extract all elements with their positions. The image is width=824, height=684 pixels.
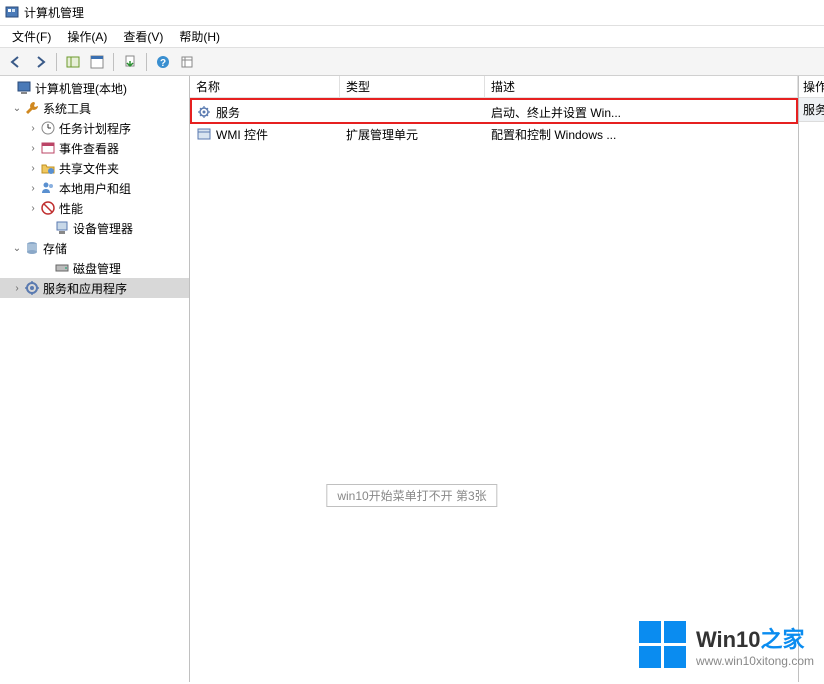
window-title: 计算机管理 — [24, 4, 84, 21]
separator — [146, 53, 147, 71]
tree-system-tools[interactable]: ⌄ 系统工具 — [0, 98, 189, 118]
brand-accent: 之家 — [761, 627, 805, 652]
separator — [56, 53, 57, 71]
storage-icon — [24, 240, 40, 256]
tree-label: 服务和应用程序 — [43, 280, 127, 297]
expander-open-icon[interactable]: ⌄ — [10, 243, 24, 254]
clock-icon — [40, 120, 56, 136]
tree-label: 系统工具 — [43, 100, 91, 117]
shared-folder-icon — [40, 160, 56, 176]
col-header-desc[interactable]: 描述 — [485, 76, 798, 97]
content-area: 计算机管理(本地) ⌄ 系统工具 › 任务计划程序 › 事件查看器 › 共享文件… — [0, 76, 824, 682]
menubar: 文件(F) 操作(A) 查看(V) 帮助(H) — [0, 26, 824, 48]
col-header-name[interactable]: 名称 — [190, 76, 340, 97]
action-pane-header: 操作 — [799, 76, 824, 98]
tree-label: 本地用户和组 — [59, 180, 131, 197]
back-button[interactable] — [6, 52, 26, 72]
brand-url: www.win10xitong.com — [696, 654, 814, 668]
list-pane: 名称 类型 描述 服务 启动、终止并设置 Win... WMI 控件 扩展管理单… — [190, 76, 799, 682]
show-hide-console-button[interactable] — [63, 52, 83, 72]
tree-local-users[interactable]: › 本地用户和组 — [0, 178, 189, 198]
action-pane-item[interactable]: 服务 — [799, 98, 824, 122]
tree-label: 任务计划程序 — [59, 120, 131, 137]
branding-logo: Win10之家 www.win10xitong.com — [639, 621, 814, 668]
cell-type: 扩展管理单元 — [340, 126, 485, 143]
menu-help[interactable]: 帮助(H) — [171, 27, 228, 46]
menu-action[interactable]: 操作(A) — [59, 27, 115, 46]
cell-desc: 配置和控制 Windows ... — [485, 126, 798, 143]
tree-services-apps[interactable]: › 服务和应用程序 — [0, 278, 189, 298]
forward-button[interactable] — [30, 52, 50, 72]
tree-label: 计算机管理(本地) — [35, 80, 127, 97]
expander-closed-icon[interactable]: › — [26, 143, 40, 154]
svg-text:?: ? — [160, 58, 166, 69]
tree-pane: 计算机管理(本地) ⌄ 系统工具 › 任务计划程序 › 事件查看器 › 共享文件… — [0, 76, 190, 682]
watermark-overlay: win10开始菜单打不开 第3张 — [326, 484, 497, 507]
tree-device-manager[interactable]: 设备管理器 — [0, 218, 189, 238]
device-icon — [54, 220, 70, 236]
tree-shared-folders[interactable]: › 共享文件夹 — [0, 158, 189, 178]
app-icon — [4, 5, 20, 21]
branding-text: Win10之家 www.win10xitong.com — [696, 622, 814, 668]
brand-main: Win10 — [696, 627, 761, 652]
services-icon — [24, 280, 40, 296]
action-pane: 操作 服务 — [799, 76, 824, 682]
expander-closed-icon[interactable]: › — [26, 163, 40, 174]
tree-label: 磁盘管理 — [73, 260, 121, 277]
computer-icon — [16, 80, 32, 96]
tree-performance[interactable]: › 性能 — [0, 198, 189, 218]
titlebar: 计算机管理 — [0, 0, 824, 26]
gear-icon — [196, 104, 212, 120]
expander-closed-icon[interactable]: › — [10, 283, 24, 294]
tree-label: 事件查看器 — [59, 140, 119, 157]
wrench-icon — [24, 100, 40, 116]
tree-storage[interactable]: ⌄ 存储 — [0, 238, 189, 258]
tree-event-viewer[interactable]: › 事件查看器 — [0, 138, 189, 158]
windows-logo-icon — [639, 621, 686, 668]
tree-task-scheduler[interactable]: › 任务计划程序 — [0, 118, 189, 138]
cell-name: 服务 — [216, 104, 240, 121]
toolbar: ? — [0, 48, 824, 76]
event-icon — [40, 140, 56, 156]
expander-open-icon[interactable]: ⌄ — [10, 103, 24, 114]
refresh-button[interactable] — [177, 52, 197, 72]
tree-label: 性能 — [59, 200, 83, 217]
help-button[interactable]: ? — [153, 52, 173, 72]
menu-view[interactable]: 查看(V) — [115, 27, 171, 46]
tree-disk-management[interactable]: 磁盘管理 — [0, 258, 189, 278]
list-row-wmi[interactable]: WMI 控件 扩展管理单元 配置和控制 Windows ... — [190, 123, 798, 145]
list-header: 名称 类型 描述 — [190, 76, 798, 98]
performance-icon — [40, 200, 56, 216]
properties-button[interactable] — [87, 52, 107, 72]
tree-label: 共享文件夹 — [59, 160, 119, 177]
cell-desc: 启动、终止并设置 Win... — [485, 104, 798, 121]
cell-name: WMI 控件 — [216, 126, 268, 143]
list-row-services[interactable]: 服务 启动、终止并设置 Win... — [190, 101, 798, 123]
expander-closed-icon[interactable]: › — [26, 183, 40, 194]
col-header-type[interactable]: 类型 — [340, 76, 485, 97]
menu-file[interactable]: 文件(F) — [4, 27, 59, 46]
export-button[interactable] — [120, 52, 140, 72]
tree-label: 存储 — [43, 240, 67, 257]
disk-icon — [54, 260, 70, 276]
expander-closed-icon[interactable]: › — [26, 203, 40, 214]
expander-closed-icon[interactable]: › — [26, 123, 40, 134]
separator — [113, 53, 114, 71]
tree-label: 设备管理器 — [73, 220, 133, 237]
tree-root[interactable]: 计算机管理(本地) — [0, 78, 189, 98]
wmi-icon — [196, 126, 212, 142]
users-icon — [40, 180, 56, 196]
